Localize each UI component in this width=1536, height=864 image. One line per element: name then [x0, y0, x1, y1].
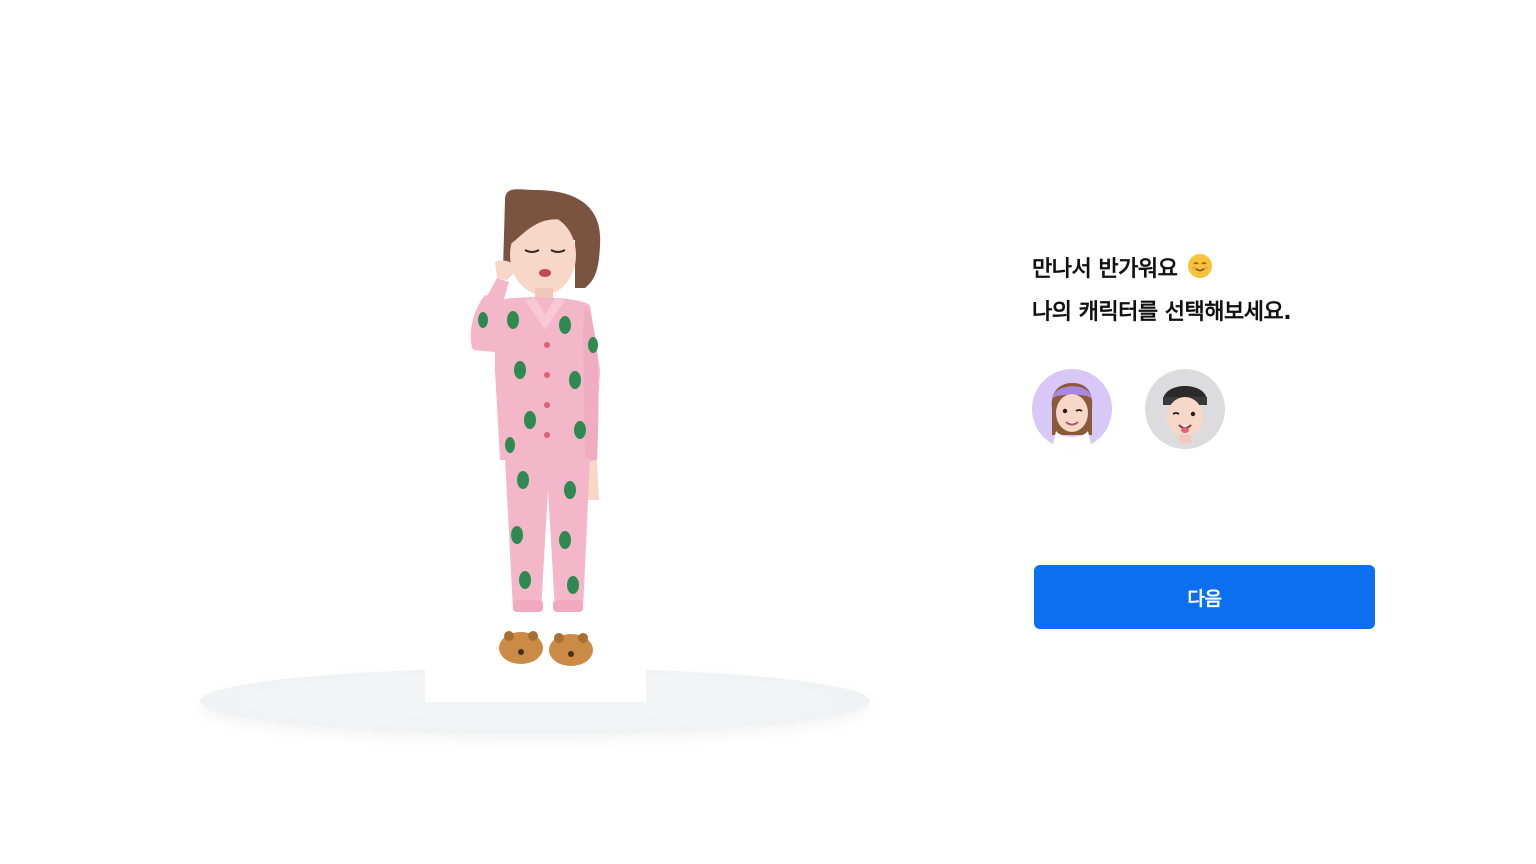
next-button[interactable]: 다음: [1034, 565, 1375, 629]
female-character-option[interactable]: [1032, 369, 1112, 449]
greeting-heading: 만나서 반가워요 나의 캐릭터를 선택해보세요.: [1032, 250, 1376, 333]
character-selection-screen: 만나서 반가워요 나의 캐릭터를 선택해보세요. 다음: [0, 0, 1536, 864]
greeting-line-1-wrapper: 만나서 반가워요: [1032, 250, 1376, 293]
character-preview: [425, 170, 646, 702]
greeting-line-2: 나의 캐릭터를 선택해보세요.: [1032, 300, 1292, 325]
selection-panel: 만나서 반가워요 나의 캐릭터를 선택해보세요.: [1032, 250, 1376, 449]
smiling-face-icon: [1187, 253, 1213, 293]
male-character-option[interactable]: [1145, 369, 1225, 449]
female-character-icon: [1051, 383, 1093, 449]
male-character-icon: [1163, 386, 1207, 443]
greeting-line-1: 만나서 반가워요: [1032, 257, 1178, 282]
character-figure-illustration: [470, 189, 601, 666]
